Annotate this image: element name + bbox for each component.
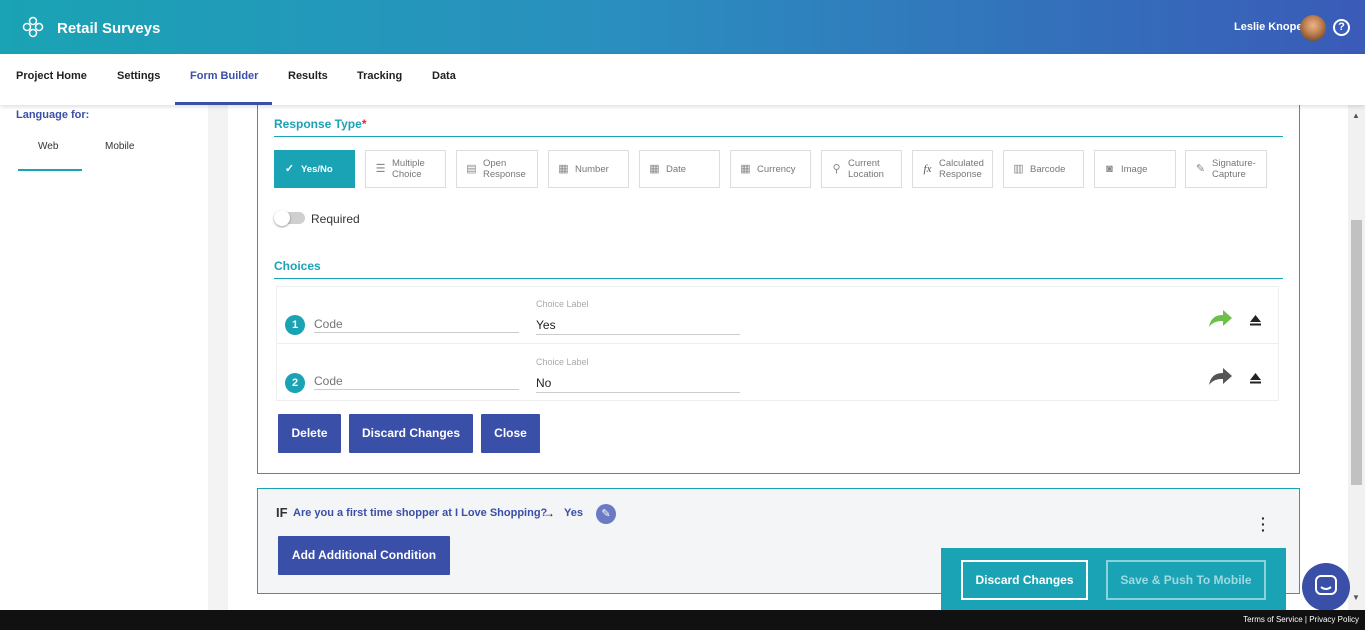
response-type-open-response[interactable]: ▤ Open Response	[456, 150, 538, 188]
choice-code-input[interactable]	[314, 316, 519, 333]
choice-row: 1 Choice Label Yes	[276, 286, 1279, 344]
choice-label-input[interactable]: Yes	[536, 318, 740, 335]
barcode-icon: ▥	[1013, 162, 1024, 175]
choice-number: 2	[285, 373, 305, 393]
privacy-link[interactable]: Privacy Policy	[1309, 615, 1359, 624]
function-icon: fx	[923, 162, 932, 175]
scroll-up-icon[interactable]: ▲	[1352, 111, 1360, 120]
response-type-title: Response Type*	[274, 117, 367, 131]
more-options-icon[interactable]: · · ·	[1261, 511, 1266, 537]
response-type-calculated-response[interactable]: fx Calculated Response	[912, 150, 993, 188]
footer-links: Terms of Service | Privacy Policy	[1243, 615, 1359, 624]
tab-settings[interactable]: Settings	[117, 70, 160, 82]
calculator-icon: ▦	[558, 162, 569, 175]
chat-launcher-button[interactable]	[1302, 563, 1350, 611]
tab-tracking[interactable]: Tracking	[357, 70, 402, 82]
response-type-yes-no[interactable]: ✓ Yes/No	[274, 150, 355, 188]
choice-label-caption: Choice Label	[536, 299, 589, 309]
reorder-up-icon[interactable]	[1249, 314, 1262, 326]
text-box-icon: ▤	[466, 162, 477, 175]
tab-data[interactable]: Data	[432, 70, 456, 82]
check-x-icon: ✓	[284, 162, 295, 175]
response-type-signature-capture[interactable]: ✎ Signature-Capture	[1185, 150, 1267, 188]
flower-logo-icon[interactable]	[22, 16, 44, 38]
calendar-icon: ▦	[649, 162, 660, 175]
add-additional-condition-button[interactable]: Add Additional Condition	[278, 536, 450, 575]
app-header: Retail Surveys Leslie Knope ?	[0, 0, 1365, 54]
close-button[interactable]: Close	[481, 414, 540, 453]
chat-icon	[1315, 575, 1337, 595]
language-tab-indicator	[18, 169, 82, 171]
branch-arrow-icon[interactable]	[1207, 309, 1233, 329]
avatar[interactable]	[1300, 15, 1326, 41]
divider	[274, 136, 1283, 137]
branch-arrow-icon[interactable]	[1207, 367, 1233, 387]
divider	[274, 278, 1283, 279]
toggle-knob	[274, 210, 290, 226]
condition-answer: Yes	[564, 507, 583, 519]
language-tab-mobile[interactable]: Mobile	[105, 141, 134, 152]
language-label: Language for:	[16, 109, 90, 121]
tab-form-builder[interactable]: Form Builder	[190, 70, 258, 82]
choice-label-input[interactable]: No	[536, 376, 740, 393]
active-tab-indicator	[175, 102, 272, 105]
save-panel: Discard Changes Save & Push To Mobile	[941, 548, 1286, 610]
response-type-date[interactable]: ▦ Date	[639, 150, 720, 188]
page-scrollbar[interactable]: ▲ ▼	[1348, 105, 1365, 610]
reorder-up-icon[interactable]	[1249, 372, 1262, 384]
condition-question: Are you a first time shopper at I Love S…	[293, 507, 548, 519]
choice-label-caption: Choice Label	[536, 357, 589, 367]
required-label: Required	[311, 212, 360, 226]
footer-separator: |	[1304, 615, 1307, 624]
terms-link[interactable]: Terms of Service	[1243, 615, 1303, 624]
language-sidebar: Language for: Web Mobile	[0, 105, 208, 610]
choice-row: 2 Choice Label No	[276, 343, 1279, 401]
delete-button[interactable]: Delete	[278, 414, 341, 453]
app-title[interactable]: Retail Surveys	[57, 20, 160, 37]
save-push-mobile-button[interactable]: Save & Push To Mobile	[1106, 560, 1266, 600]
location-pin-icon: ⚲	[832, 162, 841, 175]
response-type-current-location[interactable]: ⚲ Current Location	[821, 150, 902, 188]
response-type-image[interactable]: ◙ Image	[1094, 150, 1176, 188]
response-type-currency[interactable]: ▦ Currency	[730, 150, 811, 188]
arrow-right-icon: →	[543, 506, 555, 520]
calculator-icon: ▦	[740, 162, 751, 175]
list-icon: ☰	[375, 162, 386, 175]
user-name[interactable]: Leslie Knope	[1234, 21, 1302, 33]
edit-pencil-icon[interactable]: ✎	[596, 504, 616, 524]
discard-changes-button[interactable]: Discard Changes	[349, 414, 473, 453]
tab-project-home[interactable]: Project Home	[16, 70, 87, 82]
pen-icon: ✎	[1195, 162, 1206, 175]
help-icon[interactable]: ?	[1333, 19, 1350, 36]
condition-if-label: IF	[276, 505, 288, 520]
response-type-barcode[interactable]: ▥ Barcode	[1003, 150, 1084, 188]
language-tab-web[interactable]: Web	[38, 141, 58, 152]
gutter	[208, 105, 228, 610]
discard-changes-button[interactable]: Discard Changes	[961, 560, 1088, 600]
choices-title: Choices	[274, 259, 321, 273]
choice-number: 1	[285, 315, 305, 335]
camera-icon: ◙	[1106, 162, 1113, 175]
scroll-down-icon[interactable]: ▼	[1352, 593, 1360, 602]
scrollbar-thumb[interactable]	[1351, 220, 1362, 485]
footer: Terms of Service | Privacy Policy	[0, 610, 1365, 630]
response-type-multiple-choice[interactable]: ☰ Multiple Choice	[365, 150, 446, 188]
main-nav: Project Home Settings Form Builder Resul…	[0, 54, 1365, 105]
choice-code-input[interactable]	[314, 373, 519, 390]
response-type-number[interactable]: ▦ Number	[548, 150, 629, 188]
tab-results[interactable]: Results	[288, 70, 328, 82]
required-toggle[interactable]	[274, 210, 305, 226]
